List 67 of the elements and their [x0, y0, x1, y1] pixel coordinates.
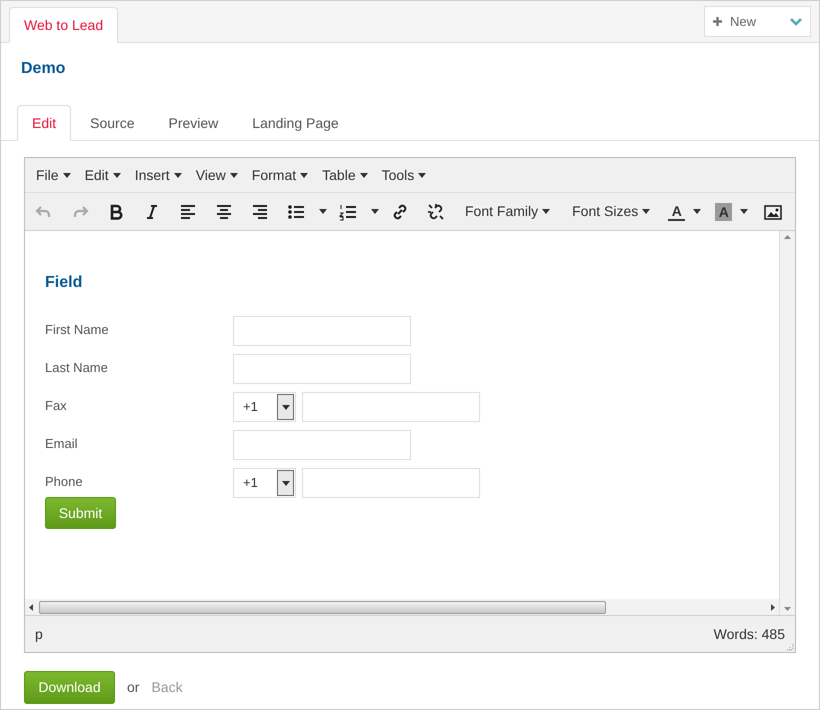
caret-icon	[174, 172, 182, 178]
input-field[interactable]	[233, 354, 411, 384]
caret-icon	[62, 172, 71, 178]
vertical-scrollbar[interactable]	[779, 231, 795, 615]
caret-icon	[300, 172, 308, 178]
form-heading: Field	[45, 273, 84, 293]
align-left-icon	[179, 202, 197, 220]
align-right-icon	[251, 202, 269, 220]
scroll-down-icon[interactable]	[784, 607, 791, 611]
caret-icon	[371, 209, 379, 214]
font-dropdown[interactable]: Font Sizes	[564, 198, 658, 226]
country-code-select[interactable]: +1	[233, 392, 296, 422]
element-path[interactable]: p	[35, 624, 43, 644]
text-color-button[interactable]: A	[668, 202, 686, 220]
link-icon	[391, 202, 409, 220]
menu-item[interactable]: File	[29, 164, 78, 186]
caret-icon	[418, 172, 426, 178]
menu-item[interactable]: Table	[315, 164, 375, 186]
menu-item[interactable]: Format	[244, 164, 316, 186]
caret-icon	[740, 209, 748, 214]
caret-icon	[642, 209, 650, 214]
editor-tab[interactable]: Edit	[17, 105, 72, 141]
align-center-icon	[215, 202, 233, 220]
caret-icon	[360, 172, 368, 178]
editor-tab[interactable]: Source	[75, 105, 150, 141]
menu-item[interactable]: Tools	[374, 164, 434, 186]
field-label: First Name	[45, 321, 110, 339]
chevron-down-icon	[790, 18, 802, 26]
caret-icon	[542, 209, 550, 214]
scroll-right-icon[interactable]	[771, 604, 775, 610]
caret-icon	[693, 209, 702, 214]
menu-item[interactable]: Insert	[128, 164, 189, 186]
or-text: or	[127, 678, 140, 697]
new-dropdown[interactable]: New	[704, 6, 811, 37]
word-count: Words: 485	[714, 624, 785, 644]
caret-icon	[112, 172, 121, 178]
scroll-up-icon[interactable]	[784, 235, 791, 239]
menu-item[interactable]: View	[188, 164, 245, 186]
plus-icon	[713, 17, 722, 26]
country-code-select[interactable]: +1	[233, 468, 296, 498]
scroll-left-icon[interactable]	[29, 604, 33, 610]
background-color-button[interactable]: A	[715, 202, 732, 220]
image-icon	[764, 202, 782, 220]
scrollbar-thumb[interactable]	[39, 600, 606, 614]
horizontal-scrollbar[interactable]	[25, 599, 779, 615]
input-field[interactable]	[233, 430, 411, 460]
caret-icon	[319, 209, 327, 214]
field-label: Last Name	[45, 359, 109, 377]
field-label: Email	[45, 435, 79, 453]
bullet-list-icon	[287, 202, 305, 220]
field-label: Fax	[45, 397, 68, 415]
input-field[interactable]	[233, 316, 411, 346]
input-field[interactable]	[302, 392, 480, 422]
unlink-icon	[427, 202, 445, 220]
input-field[interactable]	[302, 468, 480, 498]
menu-item[interactable]: Edit	[78, 164, 128, 186]
numbered-list-icon	[339, 202, 357, 220]
font-dropdown[interactable]: Font Family	[457, 198, 558, 226]
editor-tab[interactable]: Preview	[153, 105, 234, 141]
caret-icon	[282, 480, 290, 486]
field-label: Phone	[45, 473, 84, 491]
editor-tab[interactable]: Landing Page	[237, 105, 354, 141]
caret-icon	[282, 404, 290, 410]
resize-handle-icon[interactable]	[786, 643, 794, 651]
page-tab[interactable]: Web to Lead	[9, 7, 118, 43]
page-title: Demo	[21, 59, 66, 79]
caret-icon	[230, 172, 238, 178]
